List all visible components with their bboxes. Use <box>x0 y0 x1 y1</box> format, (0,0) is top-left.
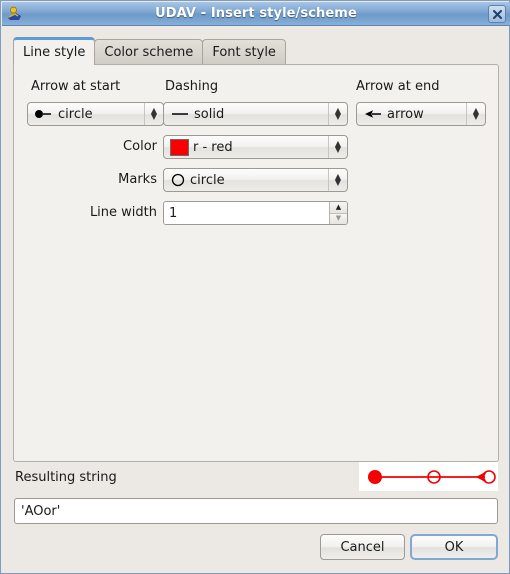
chevron-down-icon: ▼ <box>334 145 342 154</box>
color-chevrons[interactable]: ▲ ▼ <box>328 136 347 158</box>
tab-color-scheme[interactable]: Color scheme <box>94 39 204 65</box>
resulting-string-input[interactable]: 'AOor' <box>14 498 498 524</box>
heading-arrow-at-end: Arrow at end <box>356 79 440 94</box>
tab-font-style-label: Font style <box>212 45 276 60</box>
chevron-down-icon: ▼ <box>334 112 342 121</box>
line-width-label: Line width <box>89 205 157 220</box>
dashing-select[interactable]: solid ▲ ▼ <box>163 102 348 126</box>
chevron-down-icon: ▼ <box>472 112 480 121</box>
color-select[interactable]: r - red ▲ ▼ <box>163 135 348 159</box>
spin-down-icon[interactable]: ▼ <box>330 213 347 224</box>
chevron-down-icon: ▼ <box>334 178 342 187</box>
spin-up-icon[interactable]: ▲ <box>330 202 347 214</box>
filled-circle-line-icon <box>34 108 54 120</box>
color-value: r - red <box>193 139 233 155</box>
tab-line-style-label: Line style <box>23 45 86 60</box>
color-label: Color <box>123 139 157 154</box>
dashing-value: solid <box>194 106 225 122</box>
cancel-button-label: Cancel <box>340 539 385 555</box>
arrow-end-select[interactable]: arrow ▲ ▼ <box>356 102 486 126</box>
solid-line-icon <box>170 108 190 120</box>
heading-dashing: Dashing <box>165 79 219 94</box>
close-icon[interactable] <box>488 5 506 23</box>
line-width-spin-buttons[interactable]: ▲ ▼ <box>329 202 347 224</box>
arrow-start-select[interactable]: circle ▲ ▼ <box>27 102 164 126</box>
tab-line-style[interactable]: Line style <box>13 37 96 65</box>
tab-color-scheme-label: Color scheme <box>104 45 194 60</box>
line-style-panel: Arrow at start Dashing Arrow at end circ… <box>13 64 499 462</box>
heading-arrow-at-start: Arrow at start <box>31 79 121 94</box>
ok-button[interactable]: OK <box>410 534 498 560</box>
tab-bar: Line style Color scheme Font style <box>13 37 499 65</box>
title-bar: UDAV - Insert style/scheme <box>2 2 510 26</box>
open-circle-icon <box>170 173 186 187</box>
resulting-string-label: Resulting string <box>15 470 117 485</box>
dashing-chevrons[interactable]: ▲ ▼ <box>328 103 347 125</box>
dialog-window: UDAV - Insert style/scheme Line style Co… <box>0 0 510 574</box>
arrowhead-line-icon <box>363 108 383 120</box>
arrow-start-chevrons[interactable]: ▲ ▼ <box>144 103 163 125</box>
marks-label: Marks <box>118 172 157 187</box>
line-width-value[interactable]: 1 <box>164 202 329 224</box>
line-style-preview <box>359 462 498 491</box>
color-swatch <box>170 138 189 156</box>
marks-chevrons[interactable]: ▲ ▼ <box>328 169 347 191</box>
window-title: UDAV - Insert style/scheme <box>155 6 357 21</box>
arrow-end-chevrons[interactable]: ▲ ▼ <box>466 103 485 125</box>
marks-value: circle <box>190 172 225 188</box>
arrow-end-value: arrow <box>387 106 424 122</box>
ok-button-label: OK <box>444 539 464 555</box>
marks-select[interactable]: circle ▲ ▼ <box>163 168 348 192</box>
chevron-down-icon: ▼ <box>150 112 158 121</box>
cancel-button[interactable]: Cancel <box>320 534 405 560</box>
tab-font-style[interactable]: Font style <box>202 39 286 65</box>
resulting-string-value: 'AOor' <box>21 503 61 519</box>
arrow-start-value: circle <box>58 106 93 122</box>
udav-app-icon <box>6 5 24 23</box>
line-width-stepper[interactable]: 1 ▲ ▼ <box>163 201 348 225</box>
